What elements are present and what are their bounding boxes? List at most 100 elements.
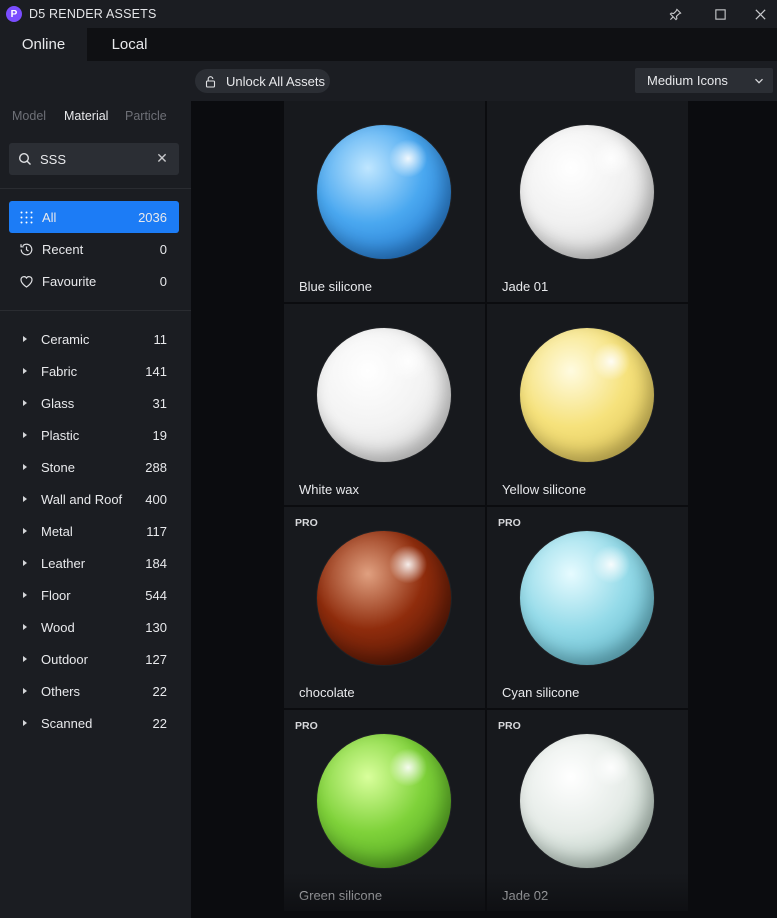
- category-item[interactable]: Plastic 19: [0, 419, 191, 451]
- caret-right-icon: [23, 560, 27, 566]
- source-tabs: Online Local: [0, 28, 777, 61]
- category-label: Wall and Roof: [41, 491, 123, 507]
- material-name: Cyan silicone: [502, 685, 580, 700]
- tab-local[interactable]: Local: [87, 28, 172, 61]
- asset-type-tabs: Model Material Particle: [0, 109, 191, 125]
- pro-badge: PRO: [295, 720, 318, 732]
- caret-right-icon: [23, 720, 27, 726]
- category-label: Metal: [41, 523, 73, 539]
- divider: [0, 188, 191, 189]
- material-card[interactable]: PRO Jade 02: [487, 710, 688, 911]
- material-name: Jade 01: [502, 279, 549, 294]
- category-item[interactable]: Scanned 22: [0, 707, 191, 739]
- view-mode-value: Medium Icons: [647, 73, 728, 88]
- material-name: Jade 02: [502, 888, 549, 903]
- category-item[interactable]: Wood 130: [0, 611, 191, 643]
- category-label: Glass: [41, 395, 75, 411]
- material-card[interactable]: Jade 01: [487, 101, 688, 302]
- pin-icon[interactable]: [656, 0, 694, 28]
- search-input[interactable]: SSS ✕: [9, 143, 179, 175]
- category-label: Fabric: [41, 363, 78, 379]
- material-preview-sphere: [520, 328, 654, 462]
- category-item[interactable]: Fabric 141: [0, 355, 191, 387]
- category-label: Ceramic: [41, 331, 90, 347]
- caret-right-icon: [23, 336, 27, 342]
- material-preview-sphere: [520, 531, 654, 665]
- unlock-all-assets-button[interactable]: Unlock All Assets: [195, 69, 330, 93]
- category-count: 11: [153, 331, 168, 347]
- tab-particle[interactable]: Particle: [125, 109, 167, 123]
- category-item[interactable]: Wall and Roof 400: [0, 483, 191, 515]
- category-label: Others: [41, 683, 81, 699]
- caret-right-icon: [23, 688, 27, 694]
- material-card[interactable]: PRO Cyan silicone: [487, 507, 688, 708]
- category-label: Scanned: [41, 715, 93, 731]
- category-count: 127: [145, 651, 167, 667]
- category-item[interactable]: Floor 544: [0, 579, 191, 611]
- category-item[interactable]: Others 22: [0, 675, 191, 707]
- category-count: 184: [145, 555, 167, 571]
- material-card[interactable]: Yellow silicone: [487, 304, 688, 505]
- category-item[interactable]: Outdoor 127: [0, 643, 191, 675]
- maximize-icon[interactable]: [701, 0, 739, 28]
- category-item[interactable]: Metal 117: [0, 515, 191, 547]
- filter-recent[interactable]: Recent 0: [9, 233, 179, 265]
- title-bar: P D5 RENDER ASSETS: [0, 0, 777, 28]
- material-preview-sphere: [520, 734, 654, 868]
- category-count: 544: [145, 587, 167, 603]
- caret-right-icon: [23, 624, 27, 630]
- history-icon: [18, 241, 34, 257]
- filter-count: 0: [159, 241, 167, 257]
- grid-dots-icon: [18, 209, 34, 225]
- category-count: 22: [152, 683, 167, 699]
- app-title: D5 RENDER ASSETS: [29, 7, 157, 21]
- caret-right-icon: [23, 400, 27, 406]
- filter-favourite[interactable]: Favourite 0: [9, 265, 179, 297]
- material-preview-sphere: [317, 328, 451, 462]
- category-count: 288: [145, 459, 167, 475]
- category-label: Floor: [41, 587, 71, 603]
- material-card[interactable]: PRO Green silicone: [284, 710, 485, 911]
- filter-all[interactable]: All 2036: [9, 201, 179, 233]
- filter-label: All: [42, 209, 57, 225]
- asset-grid: Blue silicone Jade 01 White wax Yellow sili…: [191, 101, 777, 918]
- filter-count: 2036: [138, 209, 167, 225]
- category-label: Wood: [41, 619, 75, 635]
- material-name: Yellow silicone: [502, 482, 587, 497]
- category-label: Plastic: [41, 427, 80, 443]
- filter-count: 0: [159, 273, 167, 289]
- divider: [0, 310, 191, 311]
- material-card[interactable]: PRO chocolate: [284, 507, 485, 708]
- app-logo-icon: P: [6, 6, 22, 22]
- caret-right-icon: [23, 528, 27, 534]
- material-card[interactable]: Blue silicone: [284, 101, 485, 302]
- material-card[interactable]: White wax: [284, 304, 485, 505]
- caret-right-icon: [23, 464, 27, 470]
- clear-search-icon[interactable]: ✕: [155, 151, 169, 165]
- tab-online[interactable]: Online: [0, 28, 87, 61]
- category-count: 117: [146, 523, 167, 539]
- material-preview-sphere: [317, 734, 451, 868]
- category-item[interactable]: Ceramic 11: [0, 323, 191, 355]
- material-preview-sphere: [317, 125, 451, 259]
- tab-material[interactable]: Material: [64, 109, 108, 123]
- material-name: chocolate: [299, 685, 355, 700]
- caret-right-icon: [23, 368, 27, 374]
- close-icon[interactable]: [741, 0, 777, 28]
- chevron-down-icon: [755, 78, 763, 84]
- category-item[interactable]: Glass 31: [0, 387, 191, 419]
- category-count: 31: [152, 395, 167, 411]
- pro-badge: PRO: [498, 517, 521, 529]
- category-count: 400: [145, 491, 167, 507]
- category-label: Leather: [41, 555, 86, 571]
- category-item[interactable]: Leather 184: [0, 547, 191, 579]
- search-value: SSS: [40, 151, 67, 167]
- toolbar: Unlock All Assets Medium Icons: [191, 61, 777, 101]
- category-count: 22: [152, 715, 167, 731]
- category-item[interactable]: Stone 288: [0, 451, 191, 483]
- view-mode-select[interactable]: Medium Icons: [635, 68, 773, 93]
- tab-model[interactable]: Model: [12, 109, 46, 123]
- material-preview-sphere: [520, 125, 654, 259]
- category-count: 130: [145, 619, 167, 635]
- material-name: Blue silicone: [299, 279, 372, 294]
